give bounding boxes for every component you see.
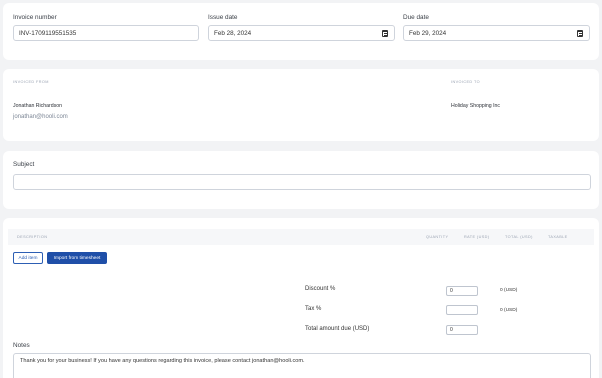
import-from-timesheet-button[interactable]: Import from timesheet — [47, 252, 107, 264]
items-table-header: DESCRIPTION QUANTITY RATE (USD) TOTAL (U… — [8, 229, 594, 245]
issue-date-value: Feb 28, 2024 — [214, 29, 252, 37]
items-card: DESCRIPTION QUANTITY RATE (USD) TOTAL (U… — [3, 218, 599, 378]
tax-label: Tax % — [305, 306, 322, 312]
due-date-value: Feb 29, 2024 — [409, 29, 447, 37]
notes-textarea[interactable]: Thank you for your business! If you have… — [13, 353, 591, 378]
total-amount-label: Total amount due (USD) — [305, 326, 370, 332]
notes-text: Thank you for your business! If you have… — [20, 358, 305, 364]
invoiced-to-header: INVOICED TO — [451, 80, 480, 84]
col-rate: RATE (USD) — [464, 235, 490, 239]
due-date-field[interactable]: Feb 29, 2024 — [403, 25, 590, 41]
due-date-label: Due date — [403, 14, 429, 21]
invoiced-from-header: INVOICED FROM — [13, 80, 49, 84]
subject-card: Subject — [3, 151, 599, 209]
total-amount-input[interactable]: 0 — [446, 325, 478, 335]
calendar-icon[interactable] — [577, 30, 583, 37]
issue-date-field[interactable]: Feb 28, 2024 — [208, 25, 395, 41]
invoice-details-card: Invoice number INV-1709119551535 Issue d… — [3, 3, 599, 60]
tax-amount: 0 (USD) — [500, 308, 518, 313]
discount-label: Discount % — [305, 286, 336, 292]
from-name: Jonathan Richardson — [13, 103, 63, 109]
discount-input[interactable]: 0 — [446, 286, 478, 296]
to-name: Holiday Shopping Inc — [451, 103, 501, 109]
col-taxable: TAXABLE — [548, 235, 568, 239]
subject-label: Subject — [13, 161, 35, 168]
subject-input[interactable] — [13, 174, 591, 190]
calendar-icon[interactable] — [382, 30, 388, 37]
discount-amount: 0 (USD) — [500, 288, 518, 293]
col-quantity: QUANTITY — [426, 235, 449, 239]
parties-card: INVOICED FROM INVOICED TO Jonathan Richa… — [3, 69, 599, 141]
tax-input[interactable] — [446, 305, 478, 315]
col-total: TOTAL (USD) — [505, 235, 533, 239]
col-description: DESCRIPTION — [17, 235, 48, 239]
invoice-number-label: Invoice number — [13, 14, 57, 21]
from-email: jonathan@hooli.com — [13, 114, 68, 120]
notes-label: Notes — [13, 342, 30, 349]
issue-date-label: Issue date — [208, 14, 238, 21]
invoice-number-field[interactable]: INV-1709119551535 — [13, 25, 199, 41]
add-item-button[interactable]: Add item — [13, 252, 43, 264]
